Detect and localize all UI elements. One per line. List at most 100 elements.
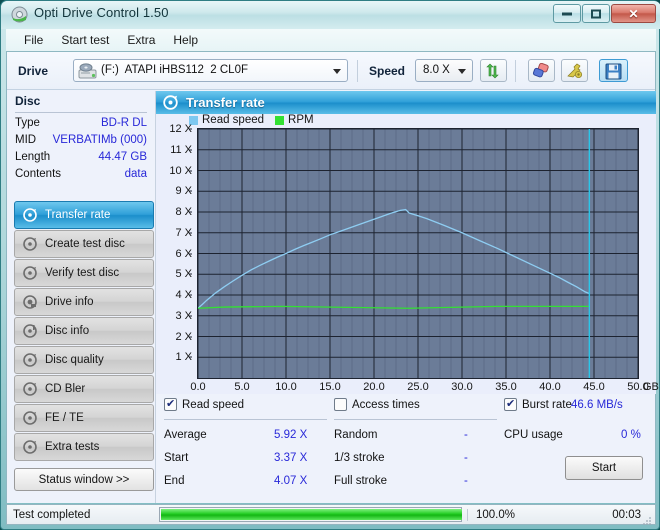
- disc-contents-label: Contents: [15, 168, 62, 180]
- end-label: End: [164, 475, 185, 487]
- left-panel: Disc Type BD-R DL MID VERBATIMb (000) Le…: [7, 91, 155, 503]
- read-speed-checkbox-row[interactable]: Read speed: [164, 397, 245, 411]
- burst-rate-checkbox[interactable]: [504, 397, 517, 411]
- full-stroke-value: -: [464, 475, 468, 487]
- chart-plot-area: [197, 128, 639, 379]
- toolbar: Drive (F:) ATAPI iHBS112 2 CL0F Speed 8.…: [7, 52, 655, 90]
- sidebar-label: Create test disc: [45, 238, 125, 250]
- resize-grip[interactable]: [643, 512, 652, 525]
- chevron-down-icon[interactable]: [458, 69, 466, 74]
- access-times-checkbox[interactable]: [334, 398, 347, 411]
- sidebar-label: Verify test disc: [45, 267, 120, 279]
- chart-x-unit-label: GB: [643, 381, 659, 393]
- chart-svg: [197, 128, 639, 378]
- start-button-label: Start: [591, 462, 617, 474]
- status-message: Test completed: [13, 508, 91, 521]
- sidebar-item-drive-info[interactable]: Drive info: [14, 288, 154, 316]
- sidebar-item-fe-te[interactable]: FE / TE: [14, 404, 154, 432]
- sidebar-item-disc-info[interactable]: Disc info: [14, 317, 154, 345]
- speed-select[interactable]: 8.0 X: [415, 59, 473, 82]
- refresh-button[interactable]: [480, 59, 507, 82]
- sidebar-item-disc-quality[interactable]: Disc quality: [14, 346, 154, 374]
- burst-rate-value: 46.6 MB/s: [571, 399, 623, 411]
- read-speed-checkbox-label: Read speed: [182, 398, 245, 411]
- drive-select[interactable]: (F:) ATAPI iHBS112 2 CL0F: [73, 59, 348, 82]
- window-controls: ✕: [553, 4, 656, 23]
- tools-button[interactable]: [561, 59, 588, 82]
- y-tick-mark: [189, 315, 192, 317]
- start-value: 3.37 X: [274, 452, 308, 464]
- save-button[interactable]: [599, 59, 628, 82]
- progress-bar-fill: [161, 509, 462, 520]
- drive-icon: [78, 63, 97, 84]
- sidebar-item-transfer-rate[interactable]: Transfer rate: [14, 201, 154, 229]
- sidebar-label: FE / TE: [45, 412, 84, 424]
- disc-divider: [15, 112, 147, 113]
- end-value: 4.07 X: [274, 475, 308, 487]
- progress-percent-label: 100.0%: [467, 508, 527, 521]
- status-window-button[interactable]: Status window >>: [14, 468, 154, 491]
- x-tick-label: 30.0: [451, 381, 473, 393]
- x-tick-label: 40.0: [539, 381, 561, 393]
- average-label: Average: [164, 429, 207, 441]
- sidebar-label: Extra tests: [45, 441, 100, 453]
- panel-header: Transfer rate: [156, 91, 656, 114]
- window-title: Opti Drive Control 1.50: [34, 5, 169, 20]
- menu-item-extra[interactable]: Extra: [118, 31, 164, 49]
- y-tick-mark: [189, 232, 192, 234]
- minimize-button[interactable]: [553, 4, 581, 23]
- chevron-down-icon[interactable]: [333, 69, 341, 74]
- x-tick-label: 25.0: [407, 381, 429, 393]
- y-tick-mark: [189, 128, 192, 130]
- toolbar-separator-1: [357, 60, 358, 82]
- y-tick-mark: [189, 211, 192, 213]
- legend-label-rpm: RPM: [288, 114, 314, 126]
- menu-bar: File Start test Extra Help: [6, 29, 656, 51]
- x-tick-label: 15.0: [319, 381, 341, 393]
- y-tick-mark: [189, 273, 192, 275]
- close-icon: ✕: [628, 6, 639, 21]
- status-bar: Test completed 100.0% 00:03: [6, 504, 656, 525]
- erase-button[interactable]: [528, 59, 555, 82]
- disc-mid-value: VERBATIMb (000): [52, 134, 147, 146]
- results-panel: Read speed Average 5.92 X Start 3.37 X E…: [156, 394, 656, 503]
- disc-info-icon: [23, 324, 37, 338]
- toolbar-separator-2: [515, 60, 516, 82]
- drive-label: Drive: [18, 64, 49, 78]
- right-panel: Transfer rate Read speed RPM 1 X2 X3 X4 …: [155, 91, 659, 503]
- maximize-button[interactable]: [582, 4, 610, 23]
- y-tick-mark: [189, 336, 192, 337]
- legend-swatch-rpm: [275, 115, 285, 125]
- access-times-checkbox-row[interactable]: Access times: [334, 398, 420, 411]
- close-button[interactable]: ✕: [611, 4, 656, 23]
- chart-y-axis: 1 X2 X3 X4 X5 X6 X7 X8 X9 X 10 X 11 X 12 X: [156, 123, 195, 379]
- x-tick-label: 5.0: [234, 381, 250, 393]
- x-tick-label: 20.0: [363, 381, 385, 393]
- navigation-list: Transfer rate Create test disc Verify te…: [14, 201, 154, 462]
- disc-row-contents: Contents data: [15, 168, 147, 185]
- menu-item-file[interactable]: File: [15, 31, 52, 49]
- disc-verify-icon: [23, 266, 37, 280]
- read-speed-checkbox[interactable]: [164, 397, 177, 411]
- disc-row-mid: MID VERBATIMb (000): [15, 134, 147, 151]
- sidebar-item-verify-test-disc[interactable]: Verify test disc: [14, 259, 154, 287]
- speed-label: Speed: [369, 64, 406, 78]
- start-button[interactable]: Start: [565, 456, 643, 480]
- x-tick-label: 35.0: [495, 381, 517, 393]
- sidebar-item-cd-bler[interactable]: CD Bler: [14, 375, 154, 403]
- third-stroke-label: 1/3 stroke: [334, 452, 385, 464]
- disc-speed-icon: [163, 95, 178, 110]
- y-tick-mark: [189, 294, 192, 296]
- disc-contents-value: data: [124, 168, 147, 180]
- menu-item-help[interactable]: Help: [164, 31, 207, 49]
- transfer-rate-chart: Read speed RPM 1 X2 X3 X4 X5 X6 X7 X8 X9…: [156, 114, 659, 394]
- legend-label-read-speed: Read speed: [202, 114, 265, 126]
- burst-rate-checkbox-row[interactable]: Burst rate: [504, 397, 572, 411]
- sidebar-item-create-test-disc[interactable]: Create test disc: [14, 230, 154, 258]
- sidebar-item-extra-tests[interactable]: Extra tests: [14, 433, 154, 461]
- start-label: Start: [164, 452, 189, 464]
- drive-info-icon: [23, 295, 37, 309]
- disc-mid-label: MID: [15, 134, 37, 146]
- menu-item-start-test[interactable]: Start test: [52, 31, 118, 49]
- status-window-label: Status window >>: [38, 473, 130, 486]
